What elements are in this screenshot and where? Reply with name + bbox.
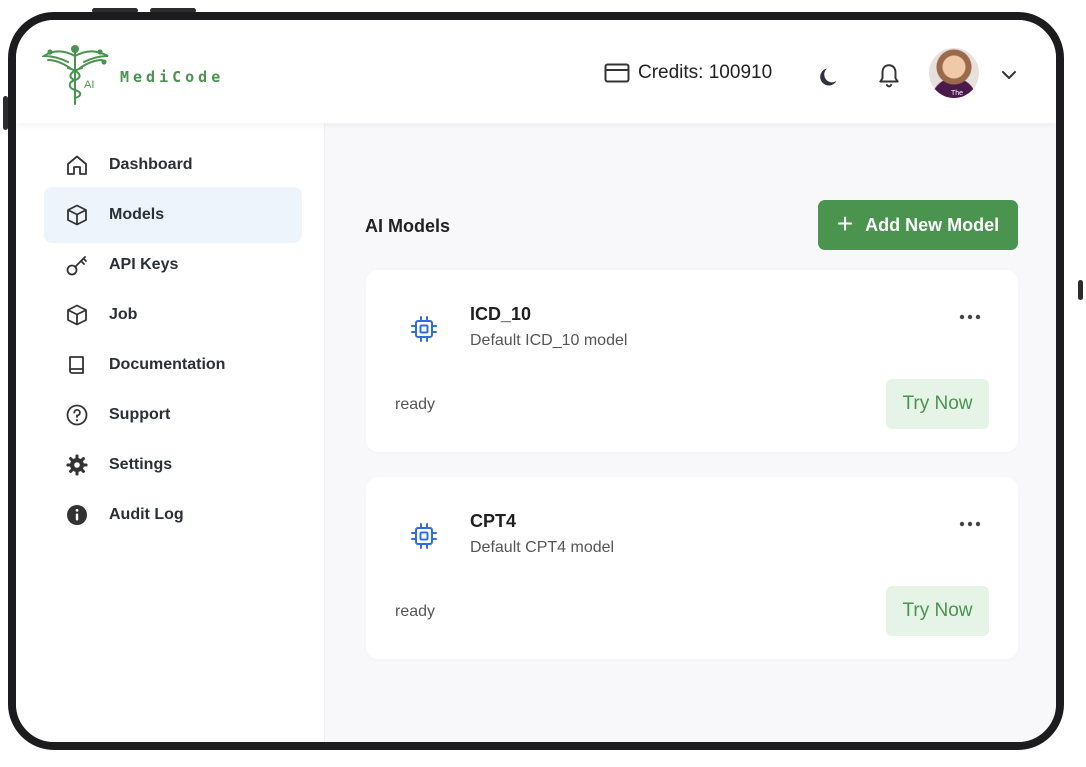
- sidebar-item-label: Support: [109, 406, 171, 423]
- add-new-model-button[interactable]: + Add New Model: [818, 200, 1018, 250]
- info-icon: [64, 502, 90, 528]
- sidebar-item-label: Audit Log: [109, 506, 184, 523]
- cube-icon: [64, 202, 90, 228]
- credit-card-icon: [604, 63, 630, 83]
- page-title: AI Models: [365, 216, 451, 236]
- try-now-button[interactable]: Try Now: [886, 379, 989, 429]
- avatar[interactable]: The: [929, 48, 979, 98]
- sidebar-item-label: Job: [109, 306, 138, 323]
- add-new-model-label: Add New Model: [865, 214, 1000, 235]
- status-badge: ready: [395, 396, 436, 413]
- cube-icon: [64, 302, 90, 328]
- model-name: CPT4: [470, 511, 517, 531]
- brand-name: MediCode: [120, 68, 225, 86]
- more-options-icon[interactable]: [958, 310, 982, 324]
- model-description: Default CPT4 model: [470, 539, 615, 556]
- sidebar-item-label: Models: [109, 206, 165, 223]
- model-card: ICD_10 Default ICD_10 model ready Try No…: [366, 270, 1018, 452]
- plus-icon: +: [836, 207, 854, 239]
- sidebar-item-support[interactable]: Support: [44, 387, 302, 443]
- sidebar-item-label: Dashboard: [109, 156, 193, 173]
- chip-icon: [411, 523, 437, 549]
- device-frame: AI MediCode Credits: 100910 The Dashboar…: [8, 12, 1064, 750]
- key-icon: [64, 252, 90, 278]
- logo-badge: AI: [84, 79, 94, 91]
- avatar-caption: The: [951, 90, 963, 97]
- sidebar-item-settings[interactable]: Settings: [44, 437, 302, 493]
- sidebar-item-dashboard[interactable]: Dashboard: [44, 137, 302, 193]
- try-now-button[interactable]: Try Now: [886, 586, 989, 636]
- book-icon: [64, 352, 90, 378]
- model-description: Default ICD_10 model: [470, 332, 628, 349]
- chip-icon: [411, 316, 437, 342]
- sidebar-item-label: API Keys: [109, 256, 179, 273]
- bell-icon[interactable]: [876, 62, 902, 88]
- top-header: AI MediCode Credits: 100910 The: [16, 20, 1056, 123]
- chevron-down-icon[interactable]: [998, 64, 1020, 86]
- sidebar-item-models[interactable]: Models: [44, 187, 302, 243]
- moon-icon[interactable]: [816, 64, 842, 90]
- credits-display: Credits: 100910: [604, 62, 772, 84]
- sidebar-item-api-keys[interactable]: API Keys: [44, 237, 302, 293]
- main-content: AI Models + Add New Model ICD_10 Default…: [325, 123, 1056, 742]
- sidebar-item-documentation[interactable]: Documentation: [44, 337, 302, 393]
- help-circle-icon: [64, 402, 90, 428]
- more-options-icon[interactable]: [958, 517, 982, 531]
- caduceus-logo-icon[interactable]: AI: [42, 42, 112, 106]
- sidebar-item-job[interactable]: Job: [44, 287, 302, 343]
- sidebar-item-audit-log[interactable]: Audit Log: [44, 487, 302, 543]
- hardware-button: [1078, 280, 1083, 300]
- credits-label: Credits: 100910: [638, 62, 773, 83]
- sidebar: Dashboard Models API Keys Job Documentat…: [16, 123, 325, 742]
- sidebar-item-label: Documentation: [109, 356, 226, 373]
- model-card: CPT4 Default CPT4 model ready Try Now: [366, 477, 1018, 659]
- home-icon: [64, 152, 90, 178]
- status-badge: ready: [395, 603, 436, 620]
- gear-icon: [64, 452, 90, 478]
- sidebar-item-label: Settings: [109, 456, 173, 473]
- model-name: ICD_10: [470, 304, 532, 324]
